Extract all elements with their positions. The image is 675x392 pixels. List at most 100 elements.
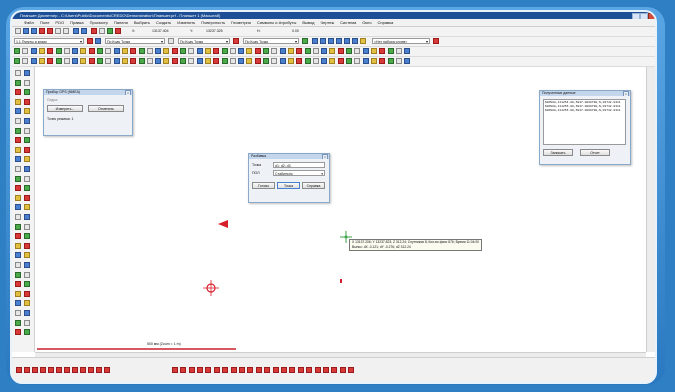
stakeout-mode-select[interactable]: Стабильно (273, 170, 325, 176)
edit-tool-icon-21[interactable] (188, 58, 195, 64)
left-tool-icon-27-0[interactable] (15, 329, 21, 336)
left-tool-icon-21-0[interactable] (15, 271, 21, 278)
bottom-tool-icon-0[interactable] (16, 367, 22, 373)
menu-item-8[interactable]: Изменить (177, 20, 195, 25)
left-tool-icon-17-0[interactable] (15, 233, 21, 240)
left-tool-icon-17-1[interactable] (24, 233, 30, 240)
menu-item-3[interactable]: Правка (70, 20, 84, 25)
left-tool-icon-26-1[interactable] (24, 319, 30, 326)
edit-tool-icon-10[interactable] (97, 58, 103, 64)
draw-tool-icon-8[interactable] (80, 48, 87, 54)
edit-tool-icon-19[interactable] (171, 58, 178, 64)
edit-tool-icon-4[interactable] (47, 58, 54, 64)
menu-item-16[interactable]: Справка (378, 20, 394, 25)
edit-tool-icon-11[interactable] (105, 58, 112, 64)
edit-tool-icon-39[interactable] (337, 58, 344, 64)
left-tool-icon-1-0[interactable] (15, 79, 21, 86)
draw-tool-icon-44[interactable] (379, 48, 386, 54)
bottom-tool-icon-30[interactable] (323, 367, 329, 373)
bottom-tool-icon-6[interactable] (64, 367, 70, 373)
menu-item-0[interactable]: Файл (24, 20, 34, 25)
menu-item-11[interactable]: Символы и Атрибуты (257, 20, 297, 25)
draw-tool-icon-7[interactable] (72, 48, 79, 54)
left-tool-icon-23-1[interactable] (24, 290, 30, 297)
left-tool-icon-5-0[interactable] (15, 118, 21, 124)
edit-tool-icon-1[interactable] (22, 58, 29, 64)
left-tool-icon-22-0[interactable] (15, 281, 21, 288)
edit-tool-icon-29[interactable] (254, 58, 261, 64)
stakeout-ready-button[interactable]: Готово (252, 182, 275, 189)
edit-tool-icon-6[interactable] (63, 58, 70, 64)
left-tool-icon-12-0[interactable] (15, 185, 21, 192)
edit-tool-icon-42[interactable] (362, 58, 369, 64)
draw-tool-icon-30[interactable] (263, 48, 269, 54)
cut-icon[interactable] (47, 28, 53, 34)
bottom-tool-icon-3[interactable] (40, 367, 46, 373)
left-tool-icon-1-1[interactable] (24, 79, 30, 86)
zoom-window-icon[interactable] (328, 38, 334, 44)
left-tool-icon-10-1[interactable] (24, 166, 30, 172)
bottom-tool-icon-14[interactable] (188, 367, 195, 373)
received-row[interactable]: $GPGGA,111256.00,5947.0860790,N,03742.93… (545, 109, 624, 113)
draw-tool-icon-37[interactable] (321, 48, 328, 54)
menu-item-10[interactable]: Геометрия (231, 20, 251, 25)
paste-icon[interactable] (63, 28, 69, 34)
bottom-tool-icon-8[interactable] (80, 367, 86, 373)
bottom-tool-icon-11[interactable] (104, 367, 110, 373)
menu-item-6[interactable]: Выбрать (134, 20, 150, 25)
bottom-tool-icon-5[interactable] (56, 367, 62, 373)
menu-item-9[interactable]: Поверхность (201, 20, 225, 25)
edit-tool-icon-35[interactable] (304, 58, 311, 64)
menu-item-14[interactable]: Система (340, 20, 356, 25)
menu-item-1[interactable]: Поле (40, 20, 50, 25)
draw-tool-icon-25[interactable] (221, 48, 228, 54)
edit-tool-icon-13[interactable] (121, 58, 128, 64)
bottom-tool-icon-29[interactable] (314, 367, 321, 373)
left-tool-icon-15-1[interactable] (24, 214, 30, 220)
draw-tool-icon-14[interactable] (130, 48, 137, 54)
draw-tool-icon-13[interactable] (121, 48, 128, 54)
redo-icon[interactable] (81, 28, 87, 34)
zoom-prev-icon[interactable] (344, 38, 350, 44)
code-select-2[interactable]: По Коду Точки (178, 38, 230, 44)
gps-measure-button[interactable]: Измерить... (47, 105, 83, 112)
weight-icon[interactable] (302, 38, 308, 44)
draw-tool-icon-40[interactable] (346, 48, 352, 54)
left-tool-icon-21-1[interactable] (24, 271, 30, 278)
draw-tool-icon-10[interactable] (97, 48, 103, 54)
left-tool-icon-23-0[interactable] (15, 290, 21, 297)
bottom-tool-icon-23[interactable] (264, 367, 271, 373)
bottom-tool-icon-12[interactable] (171, 367, 178, 373)
bottom-tool-icon-26[interactable] (289, 367, 296, 373)
grid-icon[interactable] (107, 28, 113, 34)
draw-tool-icon-15[interactable] (138, 48, 145, 54)
print-icon[interactable] (39, 28, 45, 34)
bottom-tool-icon-7[interactable] (72, 367, 78, 373)
edit-tool-icon-43[interactable] (370, 58, 377, 64)
draw-tool-icon-31[interactable] (271, 48, 278, 54)
left-tool-icon-19-1[interactable] (24, 252, 30, 259)
edit-tool-icon-20[interactable] (180, 58, 186, 64)
edit-tool-icon-27[interactable] (238, 58, 245, 64)
draw-tool-icon-27[interactable] (238, 48, 245, 54)
edit-tool-icon-37[interactable] (321, 58, 328, 64)
received-clear-button[interactable]: Отчет (580, 149, 610, 156)
left-tool-icon-7-1[interactable] (24, 137, 30, 144)
edit-tool-icon-46[interactable] (395, 58, 402, 64)
code-select[interactable]: По Коду Точки (105, 38, 165, 44)
layer-props-icon[interactable] (95, 38, 101, 44)
vertical-scrollbar[interactable] (646, 67, 655, 352)
left-tool-icon-8-0[interactable] (15, 146, 21, 153)
draw-tool-icon-46[interactable] (395, 48, 402, 54)
zoom-all-icon[interactable] (336, 38, 342, 44)
draw-tool-icon-33[interactable] (287, 48, 294, 54)
color-icon[interactable] (233, 38, 239, 44)
left-tool-icon-12-1[interactable] (24, 185, 30, 192)
bottom-tool-icon-15[interactable] (197, 367, 203, 373)
menu-item-7[interactable]: Создать (156, 20, 171, 25)
edit-tool-icon-15[interactable] (138, 58, 145, 64)
left-tool-icon-14-1[interactable] (24, 204, 30, 211)
undo-icon[interactable] (73, 28, 79, 34)
draw-tool-icon-2[interactable] (30, 48, 37, 54)
draw-tool-icon-36[interactable] (312, 48, 319, 54)
